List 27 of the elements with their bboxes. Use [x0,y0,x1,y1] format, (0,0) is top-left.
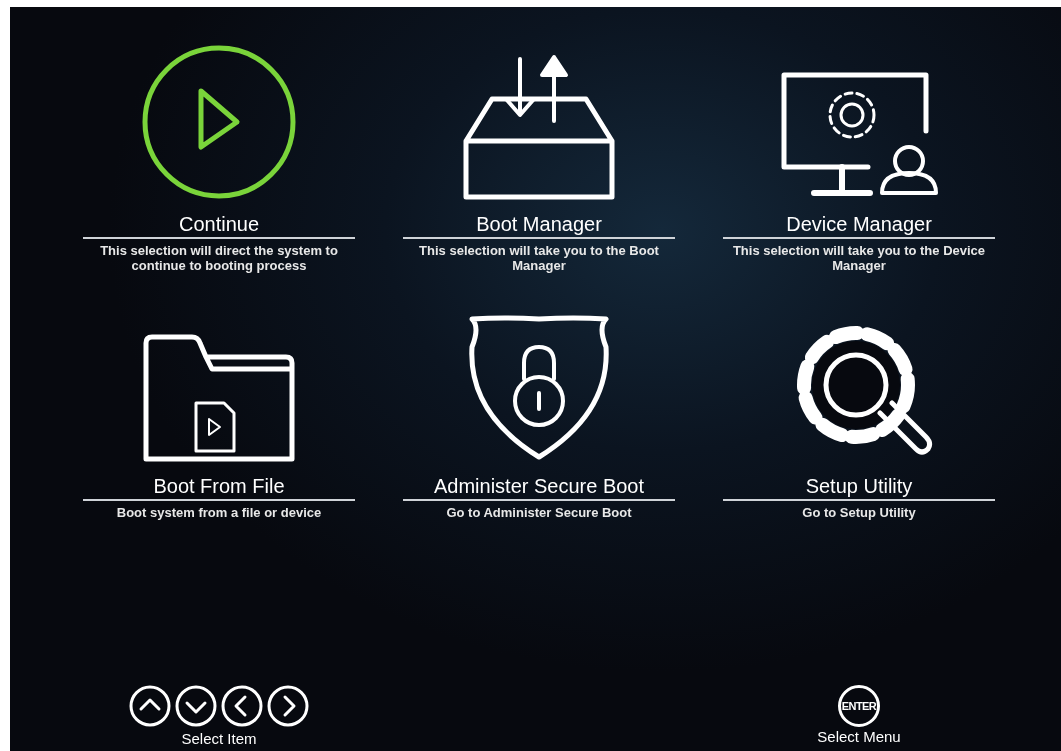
menu-item-title: Boot Manager [476,212,602,237]
menu-item-title: Administer Secure Boot [433,474,645,499]
menu-item[interactable]: Boot Manager This selection will take you to the Boot Manager [403,41,675,273]
menu-item[interactable]: Boot From File Boot system from a file or device [83,303,355,520]
menu-item-description: This selection will take you to the Boot Manager [418,243,660,273]
right-arrow-key-icon [266,685,310,729]
hint-label: Select Item [181,729,257,749]
menu-item-description: Go to Administer Secure Boot [446,505,632,520]
menu-item-description: This selection will take you to the Device Manager [731,243,987,273]
menu-item-description: This selection will direct the system to continue to booting process [99,243,339,273]
menu-item-title: Continue [178,212,260,237]
folder-file-icon [142,333,296,463]
menu-item-description: Boot system from a file or device [116,505,322,520]
menu-item[interactable]: Administer Secure Boot Go to Administer Secure Boot [403,303,675,520]
menu-item-title: Boot From File [153,474,285,499]
enter-key: ENTER [838,685,880,727]
up-arrow-key-icon [128,685,172,729]
menu-item-description: Go to Setup Utility [802,505,916,520]
menu-item[interactable]: Setup Utility Go to Setup Utility [723,303,995,520]
menu-item-title: Setup Utility [805,474,913,499]
left-arrow-key-icon [220,685,264,729]
menu-item-title: Device Manager [786,212,932,237]
play-icon [140,43,298,201]
menu-item[interactable]: Continue This selection will direct the system to continue to booting process [83,41,355,273]
hint-label: Select Menu [817,727,901,747]
down-arrow-key-icon [174,685,218,729]
menu-item[interactable]: Device Manager This selection will take you to the Device Manager [723,41,995,273]
